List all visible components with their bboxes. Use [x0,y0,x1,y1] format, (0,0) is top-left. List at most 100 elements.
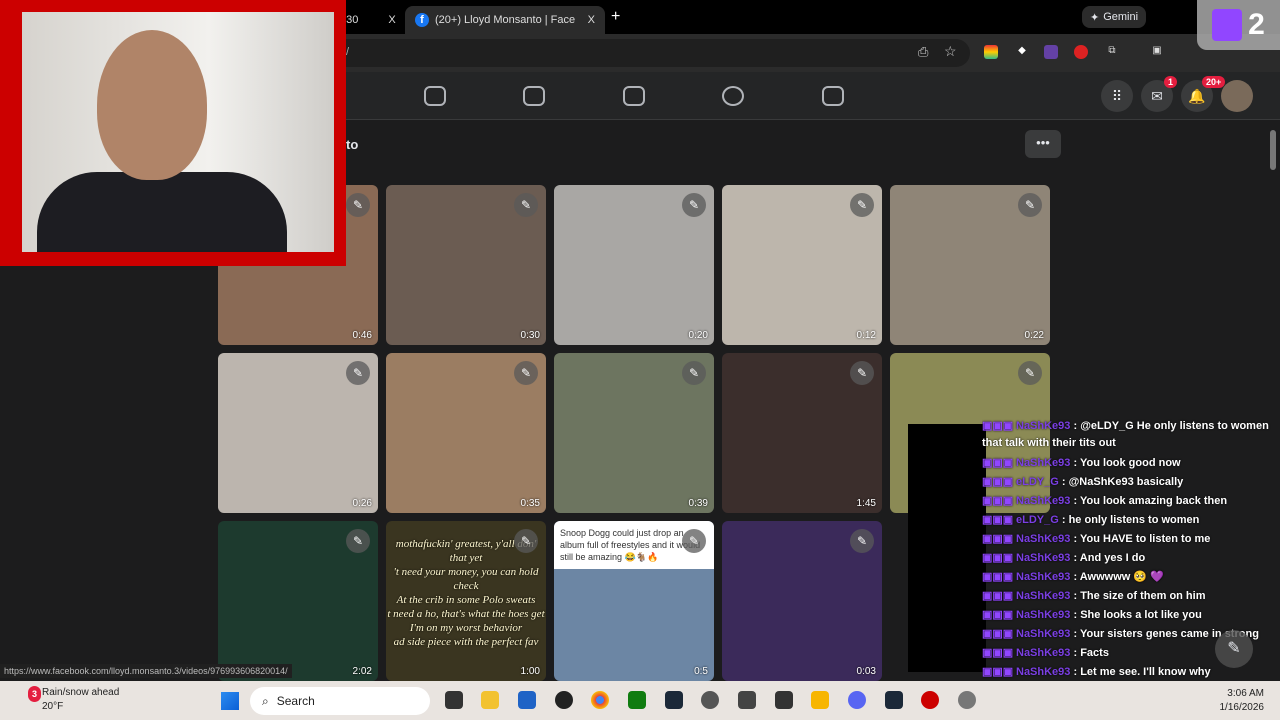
video-thumbnail[interactable]: ✎ 0:30 [386,185,546,345]
menu-grid-icon[interactable]: ⠿ [1101,80,1133,112]
install-icon[interactable]: ⎙ [918,44,928,60]
close-tab-icon[interactable]: X [388,14,395,26]
chat-username[interactable]: NaShKe93 [1016,590,1070,602]
video-thumbnail[interactable]: ✎ 0:03 [722,521,882,681]
edit-pencil-icon[interactable]: ✎ [1018,193,1042,217]
edit-pencil-icon[interactable]: ✎ [682,193,706,217]
puzzle-icon[interactable]: ⧉ [1105,45,1119,59]
edit-pencil-icon[interactable]: ✎ [850,361,874,385]
chat-backdrop [908,424,986,672]
chat-username[interactable]: NaShKe93 [1016,666,1070,678]
bookmark-star-icon[interactable]: ☆ [944,43,957,60]
edit-pencil-icon[interactable]: ✎ [850,193,874,217]
app-icon[interactable] [811,691,829,709]
video-thumbnail[interactable]: ✎ 0:35 [386,353,546,513]
chat-username[interactable]: NaShKe93 [1016,420,1070,432]
chat-username[interactable]: eLDY_G [1016,514,1059,526]
chat-username[interactable]: NaShKe93 [1016,609,1070,621]
edit-pencil-icon[interactable]: ✎ [682,361,706,385]
steam-icon[interactable] [665,691,683,709]
chat-username[interactable]: NaShKe93 [1016,533,1070,545]
video-thumbnail[interactable]: Snoop Dogg could just drop an album full… [554,521,714,681]
chat-badges-icon: ▣▣▣ [982,495,1014,507]
chrome-icon[interactable] [591,691,609,709]
video-thumbnail[interactable]: ✎ 0:39 [554,353,714,513]
close-tab-icon[interactable]: X [588,14,595,26]
chat-username[interactable]: eLDY_G [1016,476,1059,488]
edit-pencil-icon[interactable]: ✎ [514,529,538,553]
video-thumbnail[interactable]: ✎ 2:02 [218,521,378,681]
edit-pencil-icon[interactable]: ✎ [346,193,370,217]
video-thumbnail[interactable]: ✎ 0:20 [554,185,714,345]
calculator-icon[interactable] [738,691,756,709]
chat-text: And yes I do [1079,552,1146,564]
edit-pencil-icon[interactable]: ✎ [1018,361,1042,385]
link-status-bar: https://www.facebook.com/lloyd.monsanto.… [0,664,292,678]
edit-pencil-icon[interactable]: ✎ [682,529,706,553]
edit-pencil-icon[interactable]: ✎ [346,529,370,553]
discord-icon[interactable] [848,691,866,709]
video-thumbnail[interactable]: ✎ 1:45 [722,353,882,513]
video-thumbnail[interactable]: ✎ 0:22 [890,185,1050,345]
compose-icon[interactable]: ✎ [1215,630,1253,668]
chat-message: ▣▣▣ NaShKe93 : The size of them on him [982,587,1280,606]
windows-start-icon[interactable] [221,692,239,710]
tab-facebook[interactable]: f(20+) Lloyd Monsanto | FacebookX [405,6,605,34]
extension-icon[interactable] [984,45,998,59]
task-view-icon[interactable] [445,691,463,709]
store-icon[interactable] [518,691,536,709]
marketplace-icon[interactable] [623,86,645,106]
video-duration: 0:20 [688,330,708,341]
video-icon[interactable] [523,86,545,106]
gaming-icon[interactable] [822,86,844,106]
profile-avatar[interactable] [1221,80,1253,112]
video-thumbnail[interactable]: ✎ 0:26 [218,353,378,513]
obs-icon[interactable] [555,691,573,709]
steam-icon[interactable] [885,691,903,709]
edit-pencil-icon[interactable]: ✎ [850,529,874,553]
settings-gear-icon[interactable] [958,691,976,709]
video-duration: 0:46 [352,330,372,341]
chat-username[interactable]: NaShKe93 [1016,495,1070,507]
chat-username[interactable]: NaShKe93 [1016,647,1070,659]
system-clock[interactable]: 3:06 AM 1/16/2026 [1220,687,1265,715]
home-icon[interactable] [424,86,446,106]
extension-icon[interactable] [1044,45,1058,59]
tab-previous[interactable]: 930 X [340,6,396,34]
chat-username[interactable]: NaShKe93 [1016,552,1070,564]
page-scrollbar[interactable] [1270,130,1276,170]
app-icon[interactable] [701,691,719,709]
taskbar-search[interactable]: ⌕ Search [250,687,430,715]
weather-widget[interactable]: 3 Rain/snow ahead 20°F [18,686,119,714]
groups-icon[interactable] [722,86,744,106]
edit-pencil-icon[interactable]: ✎ [514,193,538,217]
chat-message: ▣▣▣ NaShKe93 : You look amazing back then [982,492,1280,511]
chat-username[interactable]: NaShKe93 [1016,457,1070,469]
extension-icon[interactable] [1074,45,1088,59]
app-icon[interactable] [775,691,793,709]
twitch-icon [1212,9,1243,41]
chat-username[interactable]: NaShKe93 [1016,571,1070,583]
video-thumbnail[interactable]: mothafuckin' greatest, y'all don' that y… [386,521,546,681]
gemini-button[interactable]: ✦ Gemini [1082,6,1147,28]
video-thumbnail[interactable]: ✎ 0:12 [722,185,882,345]
webcam-overlay [0,0,346,266]
chat-text: You HAVE to listen to me [1080,533,1211,545]
chat-text: Facts [1080,647,1109,659]
edit-pencil-icon[interactable]: ✎ [514,361,538,385]
more-options-button[interactable]: ••• [1025,130,1061,158]
file-explorer-icon[interactable] [481,691,499,709]
video-duration: 0:39 [688,498,708,509]
edit-pencil-icon[interactable]: ✎ [346,361,370,385]
chat-text: Let me see. I'll know why [1080,666,1211,678]
extension-icon[interactable]: ◆ [1015,45,1029,59]
chat-username[interactable]: NaShKe93 [1016,628,1070,640]
chat-badges-icon: ▣▣▣ [982,571,1014,583]
xbox-icon[interactable] [628,691,646,709]
new-tab-button[interactable]: + [611,8,620,26]
tab-search-icon[interactable]: ▣ [1150,45,1164,59]
app-icon[interactable] [921,691,939,709]
chat-text: You look amazing back then [1080,495,1228,507]
chat-message: ▣▣▣ NaShKe93 : She looks a lot like you [982,606,1280,625]
video-duration: 0:5 [694,666,708,677]
